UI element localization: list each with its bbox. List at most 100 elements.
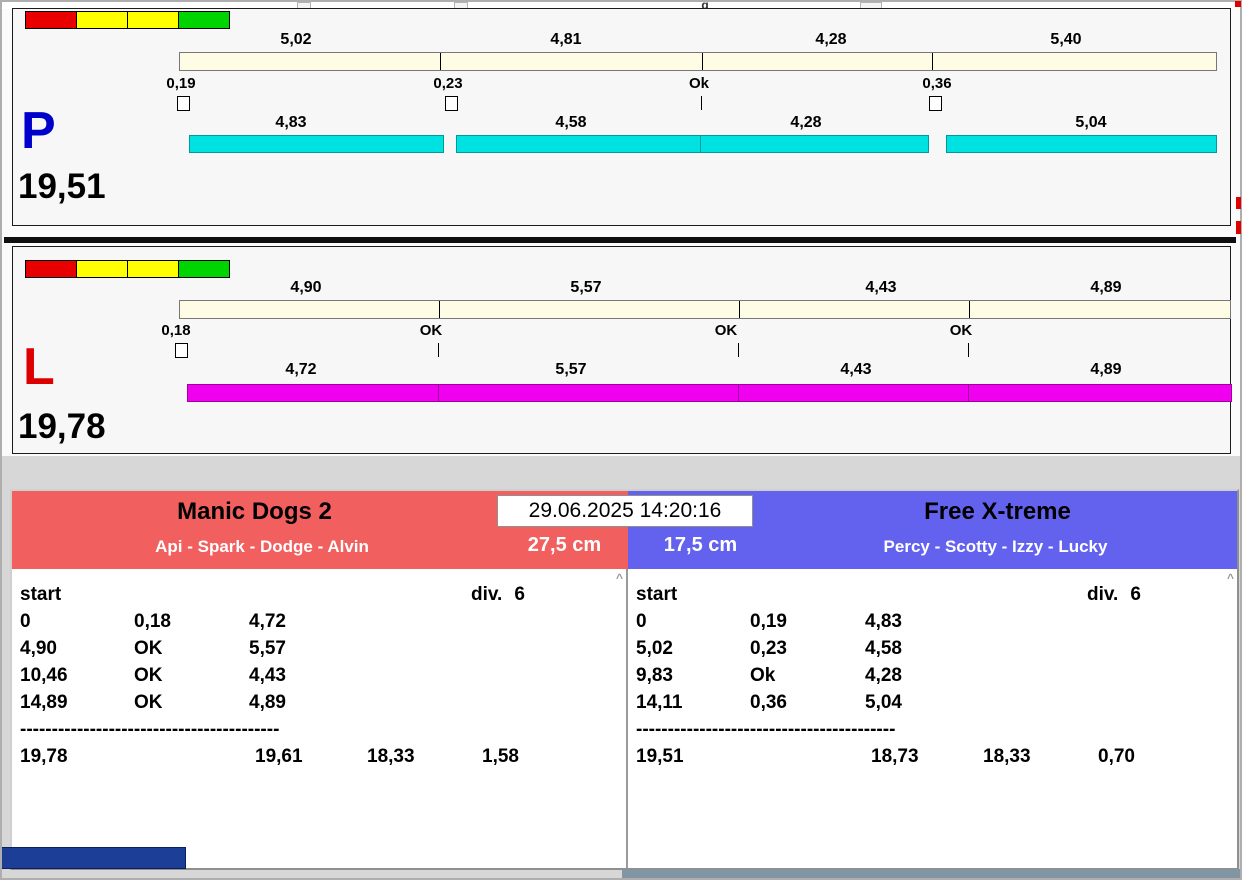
lane-label: P: [21, 105, 56, 157]
split-checkbox[interactable]: [175, 343, 188, 358]
scale-tick: [440, 53, 441, 70]
lane-total-time: 19,51: [18, 167, 106, 207]
background-window-strip: [622, 869, 1242, 880]
totals-separator: ----------------------------------------…: [636, 716, 1229, 743]
dog-time-bar: [438, 384, 739, 402]
result-row: 5,02 0,23 4,58: [636, 635, 1229, 662]
division: div.6: [471, 581, 618, 608]
light-red-icon: [25, 260, 77, 278]
split-tick: [701, 96, 702, 110]
cell: 4,90: [20, 635, 134, 662]
scroll-up-icon[interactable]: ^: [1227, 573, 1234, 583]
leg-time: 4,90: [290, 279, 321, 297]
light-yellow-icon: [76, 11, 128, 29]
result-row: 4,90 OK 5,57: [20, 635, 618, 662]
scale-tick: [739, 301, 740, 318]
cell: 4,72: [249, 608, 471, 635]
dog-time: 4,72: [285, 361, 316, 379]
cell: 4,28: [865, 662, 1087, 689]
changeover-value: 0,18: [161, 322, 190, 339]
dog-time-bar: [189, 135, 444, 153]
scale-tick: [932, 53, 933, 70]
cell: 0,36: [750, 689, 865, 716]
split-tick: [438, 343, 439, 357]
total-time: 19,78: [20, 743, 255, 770]
changeover-value: OK: [950, 322, 973, 339]
time-diff: 0,70: [1098, 743, 1229, 770]
leg-time: 4,89: [1090, 279, 1121, 297]
start-lights: [25, 11, 229, 29]
record-time: 18,33: [983, 743, 1098, 770]
cell: 14,11: [636, 689, 750, 716]
start-label: start: [636, 581, 750, 608]
division: div. 6: [1087, 581, 1229, 608]
cell: 0: [636, 608, 750, 635]
jump-height: 17,5 cm: [643, 534, 758, 557]
division-label: div.: [1087, 584, 1118, 605]
result-row: 14,89 OK 4,89: [20, 689, 618, 716]
division-value: 6: [1130, 584, 1141, 605]
result-row: 0 0,18 4,72: [20, 608, 618, 635]
split-tick: [968, 343, 969, 357]
split-checkbox[interactable]: [445, 96, 458, 111]
light-green-icon: [178, 260, 230, 278]
leg-time: 4,81: [550, 31, 581, 49]
changeover-value: 0,19: [166, 75, 195, 92]
cell: 10,46: [20, 662, 134, 689]
cell: 4,43: [249, 662, 471, 689]
dog-time-bar: [968, 384, 1232, 402]
light-green-icon: [178, 11, 230, 29]
edge-red-mark: [1236, 197, 1241, 209]
totals-row: 19,78 19,61 18,33 1,58: [20, 743, 618, 770]
leg-time: 5,57: [570, 279, 601, 297]
net-time: 19,61: [255, 743, 367, 770]
cell: OK: [134, 689, 249, 716]
changeover-value: OK: [715, 322, 738, 339]
split-checkbox[interactable]: [177, 96, 190, 111]
dog-time-bar: [738, 384, 969, 402]
cell: 4,58: [865, 635, 1087, 662]
cell: 0,23: [750, 635, 865, 662]
cell: Ok: [750, 662, 865, 689]
results-body-left: ^ start div.6 0 0,18 4,72 4,90 OK 5,57 1…: [12, 569, 628, 868]
dog-time: 4,89: [1090, 361, 1121, 379]
cell: 4,89: [249, 689, 471, 716]
cell: 5,02: [636, 635, 750, 662]
leg-time: 4,43: [865, 279, 896, 297]
totals-separator: ----------------------------------------…: [20, 716, 618, 743]
leg-time: 5,40: [1050, 31, 1081, 49]
dog-time: 4,43: [840, 361, 871, 379]
leg-time: 4,28: [815, 31, 846, 49]
totals-row: 19,51 18,73 18,33 0,70: [636, 743, 1229, 770]
jump-height: 27,5 cm: [507, 534, 622, 557]
dog-time-bar: [700, 135, 929, 153]
cell: 0,19: [750, 608, 865, 635]
results-body-right: ^ start div. 6 0 0,19 4,83 5,02 0,23 4,58…: [628, 569, 1237, 868]
cell: 9,83: [636, 662, 750, 689]
split-checkbox[interactable]: [929, 96, 942, 111]
team-name: Manic Dogs 2: [12, 498, 497, 526]
cell: OK: [134, 662, 249, 689]
dog-time: 4,83: [275, 114, 306, 132]
cell: 0: [20, 608, 134, 635]
cell: 5,57: [249, 635, 471, 662]
cell: 14,89: [20, 689, 134, 716]
division-value: 6: [514, 584, 525, 605]
total-time: 19,51: [636, 743, 871, 770]
light-yellow-icon: [127, 11, 179, 29]
cell: 4,83: [865, 608, 1087, 635]
changeover-value: 0,23: [433, 75, 462, 92]
datetime-display: 29.06.2025 14:20:16: [497, 495, 753, 527]
edge-red-mark: [1235, 1, 1241, 7]
result-row: 10,46 OK 4,43: [20, 662, 618, 689]
results-header-row: start div. 6: [636, 581, 1229, 608]
leg-time: 5,02: [280, 31, 311, 49]
start-label: start: [20, 581, 134, 608]
changeover-value: 0,36: [922, 75, 951, 92]
team-dogs: Api - Spark - Dodge - Alvin: [12, 537, 512, 557]
dog-time-bar: [456, 135, 701, 153]
dog-time: 4,28: [790, 114, 821, 132]
changeover-value: OK: [420, 322, 443, 339]
scroll-up-icon[interactable]: ^: [616, 573, 623, 583]
light-yellow-icon: [76, 260, 128, 278]
